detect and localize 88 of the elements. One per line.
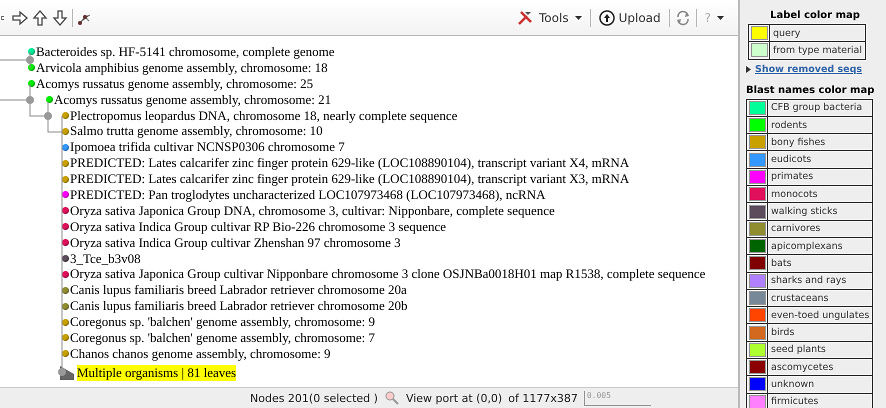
color-swatch — [748, 394, 766, 408]
color-swatch — [748, 239, 766, 254]
internal-node[interactable] — [26, 96, 34, 104]
color-swatch — [748, 308, 766, 322]
legend-label: bony fishes — [770, 136, 826, 150]
zoom-icon[interactable] — [384, 390, 400, 406]
internal-node[interactable] — [58, 368, 66, 376]
legend-label: even-toed ungulates — [770, 308, 870, 323]
leaf-label[interactable]: Coregonus sp. 'balchen' genome assembly, chromosome: 9 — [70, 314, 375, 330]
legend-label: ascomycetes — [770, 360, 834, 375]
leaf-label[interactable]: Canis lupus familiaris breed Labrador retriever chromosome 20a — [70, 282, 407, 298]
color-swatch — [748, 187, 766, 202]
color-swatch — [748, 118, 766, 132]
color-swatch — [748, 360, 766, 374]
upload-button[interactable]: Upload — [594, 6, 665, 30]
node-count: Nodes 201(0 selected ) — [250, 392, 378, 404]
up-arrow-icon[interactable] — [32, 10, 48, 26]
legend-label: rodents — [770, 118, 808, 133]
color-swatch — [750, 43, 768, 58]
node-dot[interactable] — [62, 112, 69, 119]
tools-button[interactable]: Tools — [513, 6, 586, 30]
leaf-label[interactable]: Oryza sativa Japonica Group cultivar Nipponbare chromosome 3 clone OSJNBa0018H01 map R1538, complete sequence — [70, 266, 706, 282]
caret-icon — [574, 16, 582, 20]
leaf-label[interactable]: PREDICTED: Pan troglodytes uncharacterized LOC107973468 (LOC107973468), ncRNA — [70, 186, 546, 203]
legend-label: birds — [770, 326, 796, 340]
viewport-text: View port at (0,0) — [406, 392, 502, 404]
internal-node[interactable] — [26, 56, 34, 64]
size-text: of 1177x387 — [508, 392, 578, 404]
legend-label: seed plants — [770, 343, 827, 358]
scale-bar: 0.005 — [584, 390, 651, 406]
color-swatch — [748, 326, 766, 340]
legend-label: monocots — [770, 188, 819, 202]
color-swatch — [748, 152, 766, 167]
legend-label: crustaceans — [770, 292, 830, 306]
color-swatch — [748, 291, 766, 305]
legend-label: apicomplexans — [770, 240, 844, 254]
legend-label: firmicutes — [770, 395, 820, 408]
down-arrow-icon[interactable] — [52, 10, 68, 26]
color-swatch — [748, 135, 766, 150]
node-dot[interactable] — [28, 64, 35, 72]
color-swatch — [748, 170, 766, 184]
leaf-label[interactable]: Oryza sativa Indica Group cultivar RP Bio-226 chromosome 3 sequence — [70, 218, 446, 235]
color-swatch — [748, 256, 766, 270]
leaf-label[interactable]: Acomys russatus genome assembly, chromosome: 21 — [54, 92, 332, 108]
node-dot[interactable] — [28, 80, 35, 88]
legend-label: bats — [770, 256, 793, 271]
legend-label: sharks and rays — [770, 274, 848, 288]
leaf-label[interactable]: Oryza sativa Indica Group cultivar Zhenshan 97 chromosome 3 — [70, 234, 401, 251]
leaf-label[interactable]: Coregonus sp. 'balchen' genome assembly, chromosome: 7 — [70, 330, 375, 346]
collapsed-node-label[interactable]: Multiple organisms | 81 leaves — [77, 364, 236, 381]
legend-label: unknown — [770, 378, 816, 392]
leaf-label[interactable]: Bacteroides sp. HF-5141 chromosome, complete genome — [36, 44, 335, 60]
show-removed-link[interactable]: Show removed seqs — [755, 64, 862, 75]
node-dot[interactable] — [28, 48, 35, 56]
leaf-label[interactable]: 3_Tce_b3v08 — [70, 250, 141, 267]
legend-label: eudicots — [770, 153, 812, 168]
legend-title: Blast names color map — [746, 84, 876, 96]
color-swatch — [750, 26, 768, 40]
leaf-label[interactable]: PREDICTED: Lates calcarifer zinc finger protein 629-like (LOC108890104), transcript variant X4, mRNA — [70, 155, 630, 172]
internal-node[interactable] — [44, 112, 52, 120]
node-dot[interactable] — [46, 96, 53, 104]
leaf-label[interactable]: Oryza sativa Japonica Group DNA, chromosome 3, cultivar: Nipponbare, complete sequence — [70, 202, 555, 219]
leaf-label[interactable]: Acomys russatus genome assembly, chromosome: 25 — [36, 76, 314, 92]
color-swatch — [748, 204, 766, 219]
color-swatch — [748, 342, 766, 357]
color-swatch — [748, 222, 766, 236]
legend-label: query — [772, 26, 802, 41]
color-swatch — [748, 274, 766, 288]
legend-label: CFB group bacteria — [770, 101, 864, 116]
leaf-label[interactable]: Ipomoea trifida cultivar NCNSP0306 chromosome 7 — [70, 139, 345, 156]
leaf-label[interactable]: PREDICTED: Lates calcarifer zinc finger protein 629-like (LOC108890104), transcript variant X3, mRNA — [70, 171, 630, 188]
color-swatch — [748, 377, 766, 392]
upload-icon — [598, 10, 615, 26]
leaf-label[interactable]: Salmo trutta genome assembly, chromosome: 10 — [70, 123, 323, 140]
legend-title: Label color map — [769, 10, 861, 21]
expand-triangle-icon[interactable] — [746, 66, 751, 73]
leaf-label[interactable]: Chanos chanos genome assembly, chromosome: 9 — [70, 346, 331, 362]
legend-label: carnivores — [770, 222, 822, 236]
leaf-label[interactable]: Plectropomus leopardus DNA, chromosome 18, nearly complete sequence — [70, 108, 458, 124]
color-swatch — [748, 100, 766, 115]
caret-icon — [717, 16, 724, 20]
legend-label: primates — [770, 170, 814, 184]
legend-label: from type material — [772, 44, 864, 58]
leaf-label[interactable]: Arvicola amphibius genome assembly, chromosome: 18 — [36, 60, 328, 76]
legend-label: walking sticks — [770, 205, 838, 220]
leaf-label[interactable]: Canis lupus familiaris breed Labrador retriever chromosome 20b — [70, 298, 408, 314]
collapsed-node-icon[interactable] — [60, 366, 74, 380]
right-arrow-icon[interactable] — [12, 10, 28, 26]
